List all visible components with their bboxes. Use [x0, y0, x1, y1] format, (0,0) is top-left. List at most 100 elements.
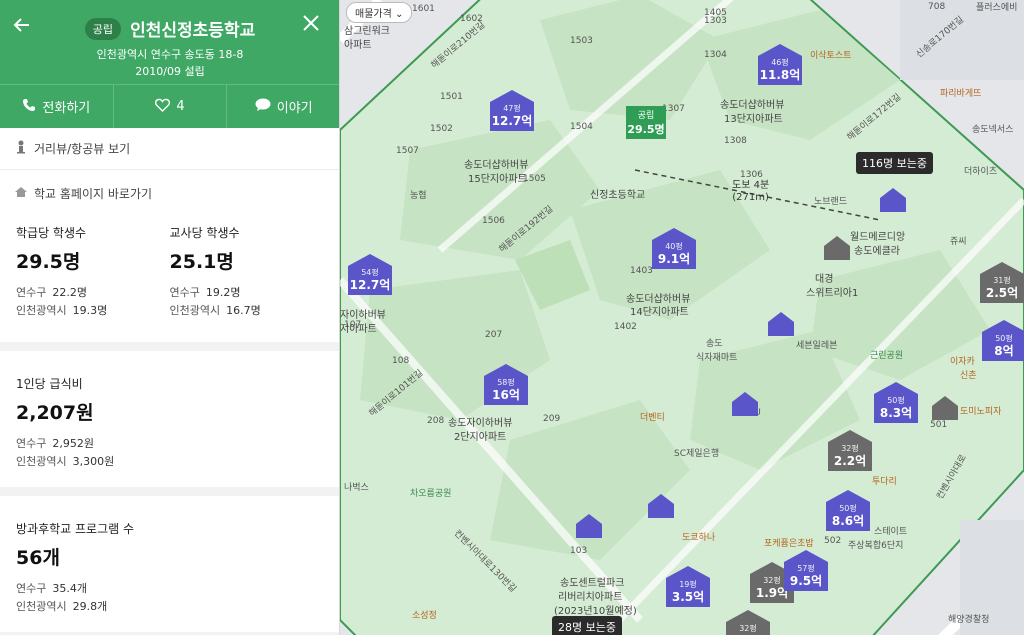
apartment-name: 지아파트: [340, 324, 377, 335]
marker-area: 31평: [993, 276, 1011, 285]
price-marker[interactable]: 50평 8억: [982, 320, 1024, 361]
house-marker[interactable]: [576, 514, 602, 538]
poi-label[interactable]: SC제일은행: [674, 446, 719, 459]
marker-area: 32평: [841, 444, 859, 453]
marker-price: 11.8억: [759, 68, 801, 82]
flag-icon: [626, 106, 628, 124]
poi-label[interactable]: 플러스에비: [976, 0, 1017, 13]
home-icon: [14, 186, 28, 201]
apartment-name: 자이하버뷰: [340, 310, 386, 321]
building-number: 207: [485, 330, 503, 340]
marker-price: 3.5억: [671, 590, 705, 604]
school-address: 인천광역시 연수구 송도동 18-8: [96, 48, 244, 61]
heart-icon: [155, 98, 171, 116]
price-marker[interactable]: 46평 11.8억: [758, 44, 802, 85]
close-icon[interactable]: [302, 14, 326, 38]
marker-price: 2.2억: [833, 454, 867, 468]
house-marker[interactable]: [932, 396, 958, 420]
poi-label[interactable]: 소성정: [412, 608, 437, 621]
stat-label: 교사당 학생수: [169, 226, 240, 240]
poi-label[interactable]: 파리바게뜨: [940, 86, 981, 99]
district-name: 연수구: [16, 286, 47, 299]
marker-price: 9.5억: [789, 574, 823, 588]
apartment-name: 스위트리아1: [806, 288, 859, 299]
school-marker[interactable]: 공립 29.5명: [626, 106, 666, 139]
chat-bubble-icon: [255, 98, 271, 116]
crown-house-marker[interactable]: [880, 188, 906, 212]
marker-price: 12.7억: [349, 278, 391, 292]
poi-label[interactable]: 농협: [410, 188, 427, 201]
marker-area: 54평: [361, 268, 379, 277]
price-marker[interactable]: 50평 8.3억: [874, 382, 918, 423]
poi-label[interactable]: 송도: [706, 336, 723, 349]
price-marker[interactable]: 58평 16억: [484, 364, 528, 405]
house-marker[interactable]: [648, 494, 674, 518]
house-marker[interactable]: [732, 392, 758, 416]
price-marker[interactable]: 32평 2.2억: [828, 430, 872, 471]
school-info-panel: 공립 인천신정초등학교 인천광역시 연수구 송도동 18-8 2010/09 설…: [0, 0, 340, 635]
poi-label[interactable]: 더벤티: [640, 410, 665, 423]
poi-label[interactable]: 근린공원: [870, 348, 903, 361]
poi-label[interactable]: 세븐일레븐: [796, 338, 837, 351]
homepage-link[interactable]: 학교 홈페이지 바로가기: [0, 170, 339, 216]
call-label: 전화하기: [42, 101, 91, 116]
building-number: 1304: [704, 50, 727, 60]
street-view-label: 거리뷰/항공뷰 보기: [34, 142, 131, 156]
house-marker[interactable]: [824, 236, 850, 260]
marker-area: 58평: [497, 378, 515, 387]
marker-price: 8.6억: [831, 514, 865, 528]
price-marker[interactable]: 19평 3.5억: [666, 566, 710, 607]
city-name: 인천광역시: [16, 304, 67, 317]
poi-label[interactable]: 스테이트: [874, 524, 907, 537]
apartment-name: 삼그린워크: [344, 26, 390, 37]
street-view-link[interactable]: 거리뷰/항공뷰 보기: [0, 128, 339, 170]
apartment-name: 2단지아파트: [454, 432, 507, 443]
house-marker[interactable]: [768, 312, 794, 336]
building-number: 1306: [740, 170, 763, 180]
apartment-name: 13단지아파트: [724, 114, 783, 125]
poi-label[interactable]: 나벅스: [344, 480, 369, 493]
city-value: 29.8개: [72, 600, 108, 613]
students-per-class: 학급당 학생수 29.5명 연수구 22.2명 인천광역시 19.3명: [16, 224, 170, 320]
call-button[interactable]: 전화하기: [0, 85, 114, 128]
building-number: 501: [930, 420, 948, 430]
poi-label[interactable]: 송도넥서스: [972, 122, 1013, 135]
poi-label[interactable]: 도쿄하나: [682, 530, 715, 543]
price-marker[interactable]: 54평 12.7억: [348, 254, 392, 295]
poi-label[interactable]: 이삭토스트: [810, 48, 851, 61]
price-filter-chip[interactable]: 매물가격 ⌄: [346, 2, 413, 23]
meal-cost-section: 1인당 급식비 2,207원 연수구 2,952원 인천광역시 3,300원: [0, 351, 339, 496]
stat-value: 29.5명: [16, 251, 81, 273]
price-marker[interactable]: 40평 9.1억: [652, 228, 696, 269]
poi-label[interactable]: 식자재마트: [696, 350, 737, 363]
marker-badge: 공립: [637, 111, 655, 121]
building-number: 1507: [396, 146, 419, 156]
poi-label[interactable]: 차오름공원: [410, 486, 451, 499]
poi-label[interactable]: 쥬씨: [950, 234, 967, 247]
walk-time: 도보 4분: [732, 180, 770, 191]
poi-label[interactable]: 더하이츠: [964, 164, 997, 177]
price-marker[interactable]: 32평: [726, 610, 770, 635]
poi-label[interactable]: 포케퓸은초밥: [764, 536, 814, 549]
price-marker[interactable]: 31평 2.5억: [980, 262, 1024, 303]
marker-price: 8억: [994, 344, 1014, 358]
poi-label[interactable]: 도미노피자: [960, 404, 1001, 417]
poi-label[interactable]: 해양경찰청: [948, 612, 989, 625]
price-marker[interactable]: 50평 8.6억: [826, 490, 870, 531]
building-number: 502: [824, 536, 842, 546]
price-marker[interactable]: 57평 9.5억: [784, 550, 828, 591]
price-marker[interactable]: 47평 12.7억: [490, 90, 534, 131]
apartment-name: 15단지아파트: [468, 174, 527, 185]
stat-value: 25.1명: [169, 251, 234, 273]
marker-area: 46평: [771, 58, 789, 67]
like-button[interactable]: 4: [114, 85, 228, 128]
talk-button[interactable]: 이야기: [227, 85, 339, 128]
poi-label[interactable]: 이자카: [950, 354, 975, 367]
poi-label[interactable]: 주상복합6단지: [848, 538, 903, 551]
poi-label[interactable]: 투다리: [872, 474, 897, 487]
poi-label[interactable]: 신촌: [960, 368, 977, 381]
city-value: 19.3명: [72, 304, 108, 317]
marker-area: 19평: [679, 580, 697, 589]
poi-label[interactable]: 노브랜드: [814, 194, 847, 207]
map-view[interactable]: 매물가격 ⌄ 1601 1602 708 1405 1303 1304 1503…: [340, 0, 1024, 635]
